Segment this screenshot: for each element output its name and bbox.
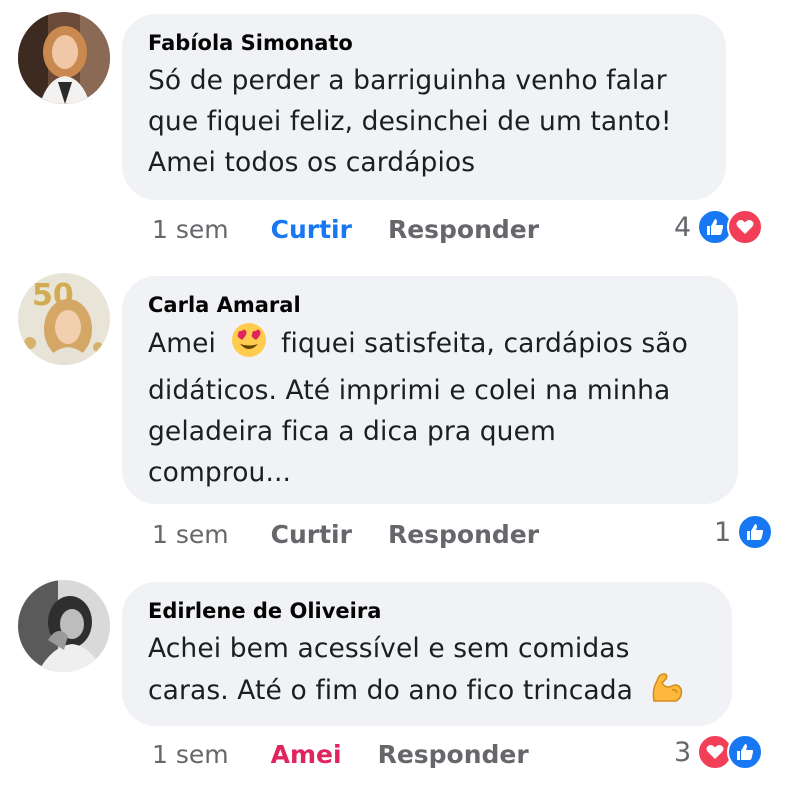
comment-actions: 1 sem Curtir Responder — [152, 514, 539, 554]
comment-line: Amei fiquei satisfeita, cardápios são — [148, 322, 712, 370]
comment-line-rest: fiquei satisfeita, cardápios são — [281, 328, 688, 359]
reply-button[interactable]: Responder — [388, 215, 539, 244]
comment-timestamp[interactable]: 1 sem — [152, 520, 229, 549]
comment-timestamp[interactable]: 1 sem — [152, 740, 229, 769]
reaction-summary[interactable]: 3 — [674, 732, 764, 772]
comment-bubble: Fabíola Simonato Só de perder a barrigui… — [122, 14, 726, 200]
comment-author[interactable]: Fabíola Simonato — [148, 28, 700, 58]
love-button[interactable]: Amei — [271, 740, 342, 769]
comment-line: geladeira fica a dica pra quem — [148, 416, 556, 447]
comment-author[interactable]: Carla Amaral — [148, 290, 712, 320]
reply-button[interactable]: Responder — [388, 520, 539, 549]
comment-text: Amei fiquei satisfeita, cardápios são di… — [148, 322, 712, 493]
heart-eyes-emoji — [231, 322, 267, 370]
reply-button[interactable]: Responder — [378, 740, 529, 769]
comment-timestamp[interactable]: 1 sem — [152, 215, 229, 244]
avatar[interactable]: 50 — [18, 273, 110, 365]
like-button[interactable]: Curtir — [271, 215, 352, 244]
reaction-summary[interactable]: 4 — [674, 207, 764, 247]
comment-line: Achei bem acessível e sem comidas — [148, 633, 630, 664]
comment-line-text: caras. Até o fim do ano fico trincada — [148, 675, 633, 706]
avatar[interactable] — [18, 580, 110, 672]
comment-line: Só de perder a barriguinha venho falar — [148, 65, 667, 96]
reaction-count: 1 — [714, 516, 732, 548]
comment-text: Achei bem acessível e sem comidas caras.… — [148, 628, 706, 717]
comment-actions: 1 sem Amei Responder — [152, 734, 529, 774]
comment-line: comprou... — [148, 457, 292, 488]
comment-line: que fiquei feliz, desinchei de um tanto! — [148, 106, 672, 137]
comment-bubble: Carla Amaral Amei fiquei satisfeita, car… — [122, 276, 738, 504]
like-icon — [737, 514, 774, 550]
reaction-count: 3 — [674, 736, 692, 768]
comment-first-word: Amei — [148, 328, 217, 359]
comment-line: caras. Até o fim do ano fico trincada — [148, 669, 706, 717]
avatar[interactable] — [18, 12, 110, 104]
comment-line: Amei todos os cardápios — [148, 147, 476, 178]
like-button[interactable]: Curtir — [271, 520, 352, 549]
reaction-summary[interactable]: 1 — [714, 512, 774, 552]
comment-author[interactable]: Edirlene de Oliveira — [148, 596, 706, 626]
comment-actions: 1 sem Curtir Responder — [152, 209, 539, 249]
comment-line: didáticos. Até imprimi e colei na minha — [148, 375, 671, 406]
reaction-count: 4 — [674, 211, 692, 243]
flexed-biceps-emoji — [648, 669, 684, 717]
comment-text: Só de perder a barriguinha venho falar q… — [148, 60, 700, 183]
comment-bubble: Edirlene de Oliveira Achei bem acessível… — [122, 582, 732, 726]
love-icon — [727, 209, 764, 245]
like-icon — [727, 734, 764, 770]
